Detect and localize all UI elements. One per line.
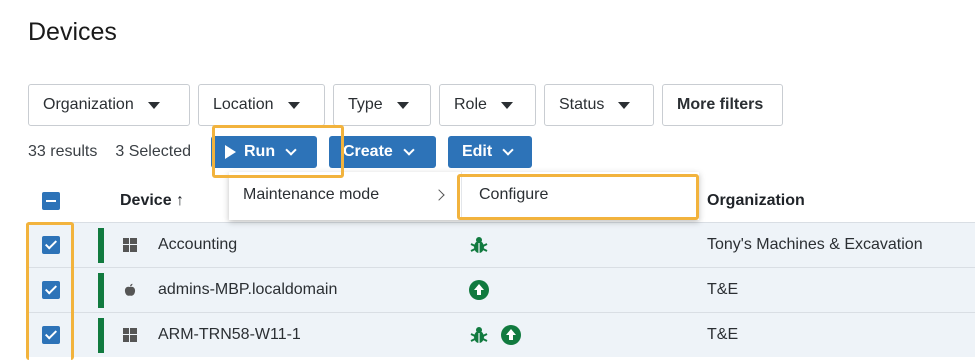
bug-icon [470,327,488,343]
windows-icon [123,328,137,342]
menu-item-configure[interactable]: Configure [479,186,548,204]
filter-label: Status [559,96,605,113]
run-submenu: Configure [461,172,699,220]
table-row[interactable]: Accounting Tony's Machines & Excavation [28,222,975,267]
organization-name: T&E [707,326,739,343]
device-name[interactable]: admins-MBP.localdomain [158,281,337,299]
run-menu: Maintenance mode Configure [229,172,699,220]
more-filters-button[interactable]: More filters [662,84,783,126]
edit-label: Edit [461,143,493,160]
row-checkbox[interactable] [42,281,60,299]
filter-label: Location [213,96,274,113]
bug-icon [470,237,488,253]
run-button[interactable]: Run [210,136,317,168]
update-arrow-icon [469,280,489,300]
chevron-down-icon [502,143,514,156]
filter-organization[interactable]: Organization [28,84,190,126]
device-badges [468,234,490,256]
filter-label: Role [454,96,487,113]
row-checkbox[interactable] [42,236,60,254]
menu-item-maintenance-mode[interactable]: Maintenance mode [243,186,379,204]
create-label: Create [342,143,393,160]
caret-down-icon [500,101,513,109]
caret-down-icon [287,101,300,109]
chevron-down-icon [285,143,297,156]
filter-location[interactable]: Location [198,84,325,126]
table-row[interactable]: ARM-TRN58-W11-1 T&E [28,312,975,357]
selected-count: 3 Selected [115,143,191,160]
device-name[interactable]: ARM-TRN58-W11-1 [158,326,301,344]
play-icon [224,145,236,159]
windows-icon [123,238,137,252]
caret-down-icon [618,101,631,109]
column-header-device[interactable]: Device ↑ [120,192,184,210]
organization-name: Tony's Machines & Excavation [707,236,923,253]
page-title: Devices [28,18,117,46]
create-button[interactable]: Create [328,136,436,168]
column-header-organization[interactable]: Organization [707,192,805,210]
filter-status[interactable]: Status [544,84,654,126]
filter-role[interactable]: Role [439,84,536,126]
device-badges [468,324,522,346]
run-label: Run [243,143,276,160]
caret-down-icon [147,101,160,109]
select-all-checkbox[interactable] [42,192,60,210]
update-arrow-icon [501,325,521,345]
organization-name: T&E [707,281,739,298]
row-checkbox[interactable] [42,326,60,344]
caret-down-icon [396,101,409,109]
device-badges [468,279,490,301]
toolbar: 33 results 3 Selected Run Create Edit [28,136,544,168]
status-indicator [98,273,104,308]
edit-button[interactable]: Edit [447,136,532,168]
status-indicator [98,318,104,353]
device-name[interactable]: Accounting [158,236,237,254]
results-count: 33 results [28,143,98,160]
filter-type[interactable]: Type [333,84,431,126]
filter-label: Type [348,96,383,113]
table-row[interactable]: admins-MBP.localdomain T&E [28,267,975,312]
status-indicator [98,228,104,263]
chevron-down-icon [403,143,415,156]
filter-label: Organization [43,96,134,113]
apple-icon [124,283,136,296]
filter-bar: Organization Location Type Role Status M… [28,84,783,126]
chevron-right-icon [433,189,445,201]
